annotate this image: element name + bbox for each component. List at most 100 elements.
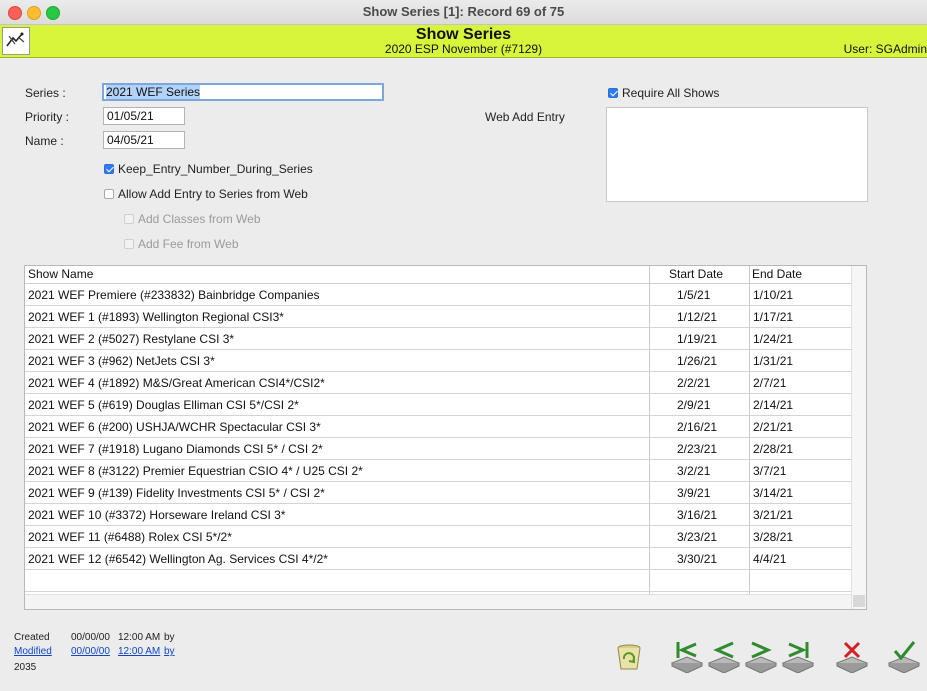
cell-start-date: 3/30/21 [677, 552, 718, 566]
scrollbar-thumb[interactable] [853, 595, 865, 607]
cell-start-date: 1/5/21 [677, 288, 711, 302]
cell-end-date: 3/7/21 [753, 464, 787, 478]
next-record-button[interactable] [744, 639, 778, 674]
table-row[interactable]: 2021 WEF 7 (#1918) Lugano Diamonds CSI 5… [25, 438, 853, 460]
table-row[interactable]: 2021 WEF 12 (#6542) Wellington Ag. Servi… [25, 548, 853, 570]
horizontal-scrollbar[interactable] [25, 594, 853, 609]
table-row[interactable]: 2021 WEF 3 (#962) NetJets CSI 3* 1/26/21 1… [25, 350, 853, 372]
table-row[interactable]: 2021 WEF 6 (#200) USHJA/WCHR Spectacular… [25, 416, 853, 438]
cancel-button[interactable] [835, 639, 869, 674]
table-header: Show Name Start Date End Date [25, 266, 853, 284]
table-row[interactable]: 2021 WEF 9 (#139) Fidelity Investments C… [25, 482, 853, 504]
table-row[interactable]: 2021 WEF 2 (#5027) Restylane CSI 3* 1/19/… [25, 328, 853, 350]
next-record-icon [744, 641, 778, 674]
accept-button[interactable] [887, 639, 921, 674]
user-label: User: SGAdmin [843, 42, 927, 56]
web-add-entry-label: Web Add Entry [485, 110, 565, 124]
cell-start-date: 1/26/21 [677, 354, 718, 368]
table-row[interactable]: 2021 WEF 4 (#1892) M&S/Great American CS… [25, 372, 853, 394]
cell-end-date: 2/7/21 [753, 376, 787, 390]
cell-start-date: 3/23/21 [677, 530, 718, 544]
cell-show-name: 2021 WEF 2 (#5027) Restylane CSI 3* [28, 332, 235, 346]
last-record-button[interactable] [781, 639, 815, 674]
add-classes-checkbox[interactable] [124, 214, 134, 224]
column-header-end-date[interactable]: End Date [752, 267, 802, 281]
table-row[interactable]: 2021 WEF 10 (#3372) Horseware Ireland CS… [25, 504, 853, 526]
window-titlebar: Show Series [1]: Record 69 of 75 [0, 0, 927, 25]
created-label: Created [14, 632, 50, 643]
add-classes-label: Add Classes from Web [138, 212, 261, 226]
cell-start-date: 2/9/21 [677, 398, 711, 412]
cell-start-date: 3/2/21 [677, 464, 711, 478]
vertical-scrollbar[interactable] [851, 266, 866, 609]
cell-start-date: 2/16/21 [677, 420, 718, 434]
cell-show-name: 2021 WEF 10 (#3372) Horseware Ireland CS… [28, 508, 286, 522]
cell-end-date: 2/21/21 [753, 420, 794, 434]
web-add-entry-textarea[interactable] [606, 107, 868, 202]
add-fee-label: Add Fee from Web [138, 237, 239, 251]
table-row[interactable]: 2021 WEF Premiere (#233832) Bainbridge C… [25, 284, 853, 306]
column-header-show-name[interactable]: Show Name [28, 267, 93, 281]
cell-end-date: 1/24/21 [753, 332, 794, 346]
require-all-shows-checkbox[interactable] [608, 88, 618, 98]
record-id: 2035 [14, 662, 37, 673]
cell-end-date: 2/28/21 [753, 442, 794, 456]
table-row[interactable]: 2021 WEF 1 (#1893) Wellington Regional C… [25, 306, 853, 328]
name-label: Name : [25, 134, 64, 148]
cell-end-date: 4/4/21 [753, 552, 787, 566]
modified-time-link[interactable]: 12:00 AM [118, 646, 160, 657]
cell-show-name: 2021 WEF 3 (#962) NetJets CSI 3* [28, 354, 215, 368]
trash-icon [617, 644, 641, 670]
modified-link[interactable]: Modified [14, 646, 52, 657]
cell-end-date: 2/14/21 [753, 398, 794, 412]
allow-add-entry-label: Allow Add Entry to Series from Web [118, 187, 308, 201]
table-row[interactable]: 2021 WEF 8 (#3122) Premier Equestrian CS… [25, 460, 853, 482]
previous-record-button[interactable] [707, 639, 741, 674]
table-row-empty[interactable] [25, 570, 853, 592]
created-date: 00/00/00 [71, 632, 110, 643]
created-time: 12:00 AM [118, 632, 161, 643]
keep-entry-checkbox[interactable] [104, 164, 114, 174]
cancel-icon [835, 641, 869, 674]
cell-show-name: 2021 WEF 5 (#619) Douglas Elliman CSI 5*… [28, 398, 299, 412]
allow-add-entry-checkbox[interactable] [104, 189, 114, 199]
cell-start-date: 3/9/21 [677, 486, 711, 500]
cell-end-date: 3/21/21 [753, 508, 794, 522]
cell-show-name: 2021 WEF Premiere (#233832) Bainbridge C… [28, 288, 320, 302]
keep-entry-label: Keep_Entry_Number_During_Series [118, 162, 313, 176]
series-value: 2021 WEF Series [106, 85, 201, 99]
cell-start-date: 2/23/21 [677, 442, 718, 456]
window-title: Show Series [1]: Record 69 of 75 [362, 4, 565, 19]
modified-date-link[interactable]: 00/00/00 [71, 646, 110, 657]
cell-show-name: 2021 WEF 6 (#200) USHJA/WCHR Spectacular… [28, 420, 321, 434]
last-record-icon [781, 642, 815, 674]
priority-label: Priority : [25, 110, 70, 124]
cell-end-date: 1/10/21 [753, 288, 794, 302]
cell-show-name: 2021 WEF 7 (#1918) Lugano Diamonds CSI 5… [28, 442, 323, 456]
series-input[interactable]: 2021 WEF Series [102, 83, 384, 101]
series-label: Series : [25, 86, 66, 100]
cell-start-date: 1/19/21 [677, 332, 718, 346]
add-fee-checkbox[interactable] [124, 239, 134, 249]
priority-input[interactable]: 01/05/21 [103, 107, 185, 125]
cell-show-name: 2021 WEF 1 (#1893) Wellington Regional C… [28, 310, 284, 324]
delete-button[interactable] [612, 639, 646, 673]
cell-end-date: 1/17/21 [753, 310, 794, 324]
cell-show-name: 2021 WEF 4 (#1892) M&S/Great American CS… [28, 376, 325, 390]
name-input[interactable]: 04/05/21 [103, 131, 185, 149]
first-record-button[interactable] [670, 639, 704, 674]
table-row[interactable]: 2021 WEF 11 (#6488) Rolex CSI 5*/2* 3/23/… [25, 526, 853, 548]
cell-show-name: 2021 WEF 9 (#139) Fidelity Investments C… [28, 486, 325, 500]
cell-start-date: 3/16/21 [677, 508, 718, 522]
cell-end-date: 3/14/21 [753, 486, 794, 500]
table-row[interactable]: 2021 WEF 5 (#619) Douglas Elliman CSI 5*… [25, 394, 853, 416]
cell-end-date: 3/28/21 [753, 530, 794, 544]
modified-by-link[interactable]: by [164, 646, 175, 657]
require-all-shows-label: Require All Shows [622, 86, 720, 100]
column-header-start-date[interactable]: Start Date [669, 267, 723, 281]
shows-table: Show Name Start Date End Date 2021 WEF P… [24, 265, 867, 610]
created-by: by [164, 632, 175, 643]
header-banner: Show Series 2020 ESP November (#7129) Us… [0, 25, 927, 58]
accept-icon [887, 641, 921, 674]
cell-show-name: 2021 WEF 11 (#6488) Rolex CSI 5*/2* [28, 530, 232, 544]
